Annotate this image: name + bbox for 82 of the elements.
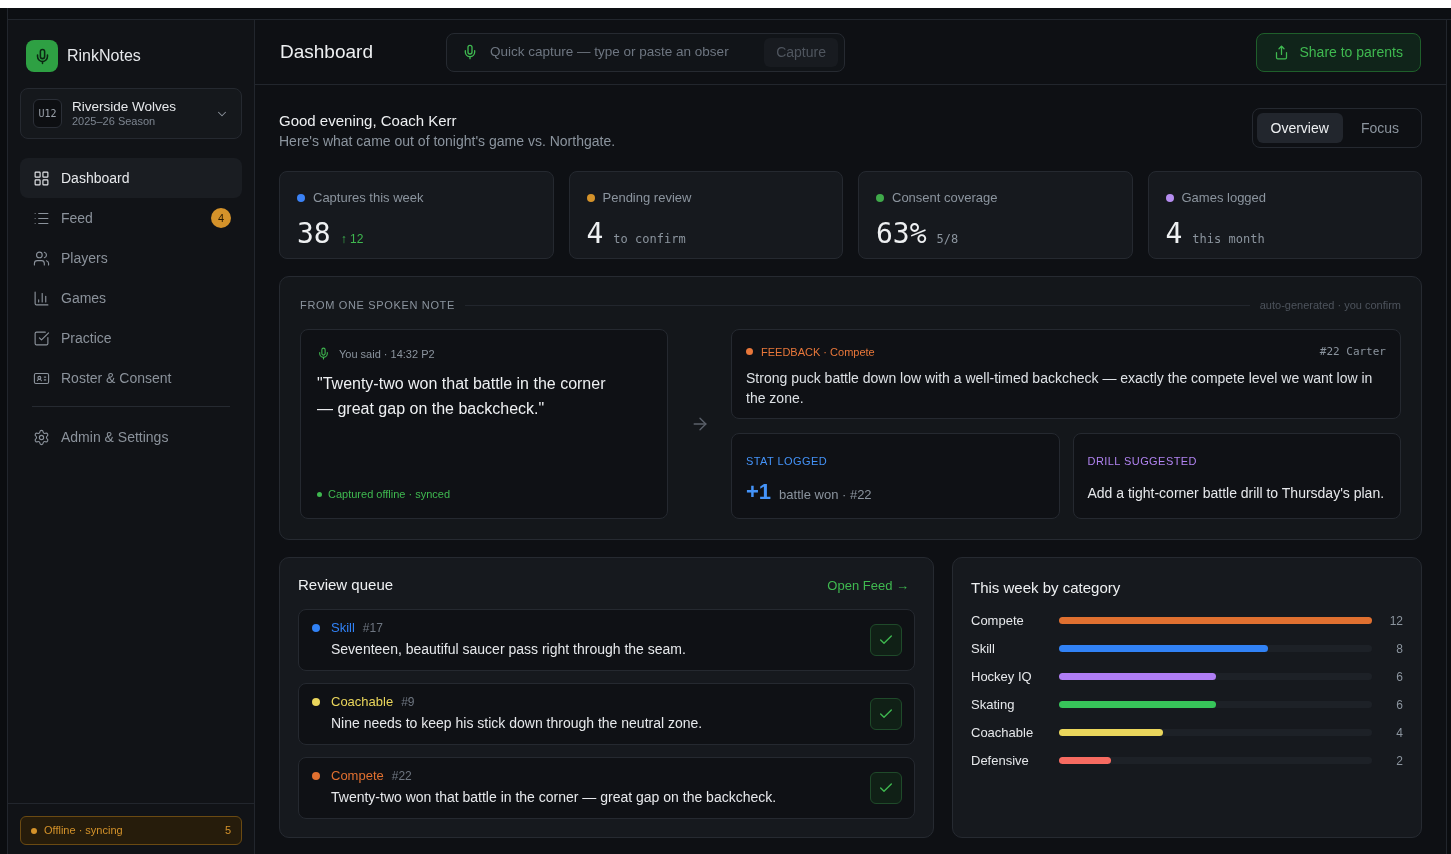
age-group-badge: U12 xyxy=(33,99,62,128)
stat-delta: ↑ 12 xyxy=(340,230,364,248)
stat-label: Captures this week xyxy=(313,189,424,207)
pending-count: 5 xyxy=(224,823,231,839)
bar-chart-icon xyxy=(33,289,50,307)
grid-icon xyxy=(33,169,50,187)
count-value: 6 xyxy=(1395,668,1403,686)
stat-label: Games logged xyxy=(1181,189,1267,207)
greeting-title: Good evening, Coach Kerr xyxy=(279,111,458,131)
category-label: Compete xyxy=(971,611,1025,630)
stat-detail: to confirm xyxy=(613,230,686,248)
category-label: Skill xyxy=(331,619,355,637)
count-value: 12 xyxy=(1388,612,1403,630)
team-name: Riverside Wolves xyxy=(72,99,177,114)
confirm-button[interactable] xyxy=(870,697,902,730)
settings-icon xyxy=(33,428,50,446)
stat-increment: +1 xyxy=(746,478,772,506)
nav-item[interactable]: Admin & Settings xyxy=(20,417,242,457)
player-number: #17 xyxy=(362,620,383,637)
stat-label: Consent coverage xyxy=(892,189,998,207)
stat-detail: battle won · #22 xyxy=(779,486,872,504)
feedback-label: FEEDBACK · Compete xyxy=(761,344,875,360)
note-text: Twenty-two won that battle in the corner — great gap on the backcheck. xyxy=(331,788,777,807)
people-icon xyxy=(33,249,50,267)
checkbox-icon xyxy=(33,329,50,347)
note-text: Nine needs to keep his stick down through the neutral zone. xyxy=(331,714,703,733)
category-label: Coachable xyxy=(971,723,1035,742)
drill-text: Add a tight-corner battle drill to Thursday's plan. xyxy=(1087,484,1386,503)
player-tag: #22 Carter xyxy=(1319,343,1386,360)
nav-item[interactable]: Games xyxy=(20,278,242,318)
open-feed-link[interactable]: Open Feed → xyxy=(827,575,909,596)
confirm-button[interactable] xyxy=(870,771,902,804)
sync-status-text: Captured offline · synced xyxy=(328,487,451,502)
view-tab[interactable]: Focus xyxy=(1342,113,1417,143)
category-label: Skill xyxy=(971,639,996,658)
player-number: #22 xyxy=(391,768,412,785)
nav-item[interactable]: Dashboard xyxy=(20,158,242,198)
card-label: DRILL SUGGESTED xyxy=(1087,453,1198,469)
count-badge: 4 xyxy=(211,208,231,228)
greeting-subtitle: Here's what came out of tonight's game vs. Northgate. xyxy=(279,132,616,151)
nav-item[interactable]: Players xyxy=(20,238,242,278)
count-value: 8 xyxy=(1395,640,1403,658)
stat-value: 4 xyxy=(1165,216,1183,251)
page-title: Dashboard xyxy=(280,39,374,64)
panel-title: Review queue xyxy=(298,575,394,596)
card-label: STAT LOGGED xyxy=(746,453,829,469)
view-tab[interactable]: Overview xyxy=(1256,113,1343,143)
feedback-text: Strong puck battle down low with a well-timed backcheck — exactly the compete level we want low in the zone. xyxy=(746,369,1374,408)
app-name: RinkNotes xyxy=(67,46,141,66)
stat-detail: this month xyxy=(1192,230,1265,248)
mic-icon xyxy=(317,347,330,361)
count-value: 6 xyxy=(1395,696,1403,714)
category-label: Defensive xyxy=(971,751,1030,770)
season-label: 2025–26 Season xyxy=(72,113,157,128)
stat-detail: 5/8 xyxy=(936,230,959,248)
nav-item[interactable]: Roster & Consent xyxy=(20,358,242,398)
stat-label: Pending review xyxy=(602,189,692,207)
count-value: 4 xyxy=(1395,724,1403,742)
nav-item[interactable]: Practice xyxy=(20,318,242,358)
auto-generated-note: auto-generated · you confirm xyxy=(1259,298,1401,313)
stat-value: 38 xyxy=(297,216,331,251)
category-label: Skating xyxy=(971,695,1016,714)
mic-logo-icon xyxy=(26,40,58,72)
note-quote: "Twenty-two won that battle in the corner — great gap on the backcheck." xyxy=(317,374,607,419)
nav-item[interactable]: Feed 4 xyxy=(20,198,242,238)
share-button[interactable]: Share to parents xyxy=(1256,32,1421,72)
confirm-button[interactable] xyxy=(870,623,902,656)
team-switcher[interactable]: U12 Riverside Wolves 2025–26 Season xyxy=(20,88,242,139)
stat-value: 63% xyxy=(876,216,927,251)
section-heading: FROM ONE SPOKEN NOTE xyxy=(300,298,455,313)
mic-icon xyxy=(462,44,478,60)
share-icon xyxy=(1274,44,1290,60)
panel-title: This week by category xyxy=(971,577,1122,598)
count-value: 2 xyxy=(1395,752,1403,770)
sync-status-text: Offline · syncing xyxy=(44,823,123,839)
note-text: Seventeen, beautiful saucer pass right through the seam. xyxy=(331,640,686,659)
stat-value: 4 xyxy=(586,216,604,251)
player-number: #9 xyxy=(401,694,415,711)
note-meta: You said · 14:32 P2 xyxy=(339,346,435,362)
category-label: Coachable xyxy=(331,693,394,711)
category-label: Hockey IQ xyxy=(971,667,1033,686)
category-label: Compete xyxy=(331,767,384,785)
